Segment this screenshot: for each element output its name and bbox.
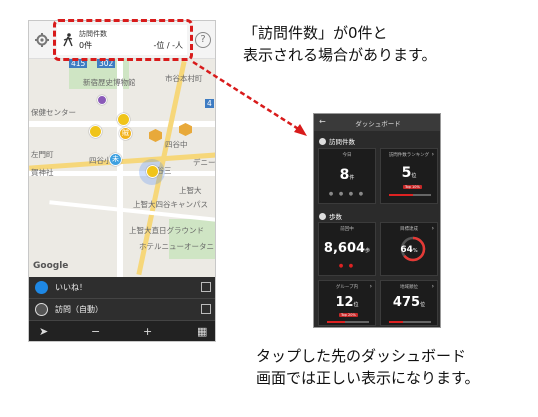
goal-number: 64 [400, 245, 413, 255]
app-screen: 訪問件数 0件 -位 / -人 ? 新宿歴史博物館 市谷本村町 保健センター 四… [28, 20, 216, 342]
chevron-right-icon: › [431, 283, 434, 290]
callout-bottom-line2: 画面では正しい表示になります。 [256, 369, 480, 387]
map-label: 上智大直日グラウンド [129, 226, 204, 235]
callout-bottom-line1: タップした先のダッシュボード [256, 347, 467, 365]
gear-icon[interactable] [35, 33, 49, 47]
ranking-unit: 位 [411, 173, 417, 179]
section-visits: 訪問件数 [319, 136, 355, 146]
progress-fill [327, 321, 345, 323]
edit-icon[interactable] [201, 304, 211, 314]
zoom-out-button[interactable]: − [91, 325, 100, 338]
page-dots: ● ● ● ● [328, 191, 366, 197]
page-dots: ● ● [338, 263, 356, 269]
group-number: 12 [335, 295, 354, 310]
map-label: 賀神社 [31, 168, 54, 177]
map-label: 上智大 [179, 186, 202, 195]
goal-label: 目標達成 [400, 227, 418, 232]
map-label: 新宿歴史博物館 [83, 78, 136, 87]
unvisited-marker-icon[interactable]: 未 [109, 153, 122, 166]
map-label: 保健センター [31, 108, 76, 117]
callout-top-line2: 表示される場合があります。 [243, 46, 437, 64]
ranking-label: 訪問件数ランキング [388, 153, 430, 158]
map-view[interactable]: 新宿歴史博物館 市谷本村町 保健センター 四谷小 四谷中 賀神社 四谷三 上智大… [29, 59, 216, 277]
list-item-like[interactable]: いいね！ [29, 277, 215, 299]
region-number: 475 [392, 295, 421, 310]
progress-fill [389, 194, 413, 196]
group-label: グループ内 [335, 285, 359, 290]
chevron-right-icon: › [431, 225, 434, 232]
rank-badge: Top 20% [339, 313, 358, 317]
chevron-right-icon: › [369, 283, 372, 290]
ranking-value: 5位 [381, 165, 437, 181]
callout-bottom: タップした先のダッシュボード 画面では正しい表示になります。 [256, 345, 480, 389]
place-marker-icon[interactable] [97, 95, 107, 105]
callout-top: 「訪問件数」が0件と 表示される場合があります。 [243, 22, 533, 66]
layers-icon[interactable]: ▦ [197, 325, 207, 338]
highlight-box [53, 19, 193, 61]
today-unit: 件 [349, 175, 355, 181]
group-value: 12位 [319, 295, 375, 310]
smile-marker-icon[interactable] [89, 125, 102, 138]
map-label: 市谷本村町 [165, 74, 203, 83]
goal-unit: % [412, 248, 418, 254]
road [117, 59, 123, 277]
progress-fill [389, 321, 403, 323]
list-item-label: 訪問（自動） [55, 305, 103, 314]
rank-badge: Top 10% [403, 185, 422, 189]
map-label: デニー [193, 158, 216, 167]
route-number: 4 [205, 99, 214, 108]
steps-section-icon [319, 213, 326, 220]
dashboard-title: ダッシュボード [355, 120, 401, 128]
visit-section-icon [319, 138, 326, 145]
map-label: ホテルニューオータニ [139, 242, 214, 251]
today-number: 8 [339, 167, 350, 183]
like-icon [35, 281, 48, 294]
section-steps: 歩数 [319, 211, 342, 221]
edit-icon[interactable] [201, 282, 211, 292]
zoom-in-button[interactable]: + [143, 325, 152, 338]
section-visits-label: 訪問件数 [329, 138, 355, 146]
help-icon[interactable]: ? [195, 32, 211, 48]
region-unit: 位 [420, 302, 426, 308]
map-toolbar: ➤ − + ▦ [29, 321, 215, 341]
list-item-visit[interactable]: 訪問（自動） [29, 299, 215, 321]
section-steps-label: 歩数 [329, 213, 342, 221]
map-label: 四谷中 [165, 140, 188, 149]
today-visits-value: 8件 [319, 167, 375, 183]
visit-marker-icon[interactable]: 賊 [119, 127, 132, 140]
group-rank-card[interactable]: グループ内 › 12位 Top 20% [318, 280, 376, 326]
goal-card[interactable]: 目標達成 › 64% [380, 222, 438, 276]
list-item-label: いいね！ [55, 283, 87, 292]
region-rank-card[interactable]: 地域順位 › 475位 [380, 280, 438, 326]
callout-top-line1: 「訪問件数」が0件と [243, 24, 388, 42]
today-label: 今日 [342, 153, 352, 158]
dashboard-header: ← ダッシュボード [314, 114, 440, 131]
visit-ranking-card[interactable]: 訪問件数ランキング › 5位 Top 10% [380, 148, 438, 204]
steps-value: 8,604歩 [319, 241, 375, 256]
group-unit: 位 [353, 302, 359, 308]
steps-number: 8,604 [323, 241, 366, 256]
steps-unit: 歩 [365, 248, 371, 254]
map-label: 左門町 [31, 150, 54, 159]
current-location-icon [146, 165, 159, 178]
map-label: 上智大四谷キャンパス [133, 200, 208, 209]
locate-icon[interactable]: ➤ [39, 325, 48, 338]
google-logo: Google [33, 261, 69, 271]
dashboard-screen: ← ダッシュボード 訪問件数 今日 8件 ● ● ● ● 訪問件数ランキング ›… [313, 113, 441, 328]
chevron-right-icon: › [431, 151, 434, 158]
region-label: 地域順位 [400, 285, 418, 290]
visit-icon [35, 303, 48, 316]
today-visits-card[interactable]: 今日 8件 ● ● ● ● [318, 148, 376, 204]
steps-card[interactable]: 前回中 8,604歩 ● ● [318, 222, 376, 276]
ranking-number: 5 [401, 165, 412, 181]
steps-label: 前回中 [340, 227, 354, 232]
goal-value: 64% [381, 245, 437, 255]
region-value: 475位 [381, 295, 437, 310]
hexagon-marker-icon[interactable] [149, 129, 162, 142]
activity-list: いいね！ 訪問（自動） 報告 [29, 277, 215, 338]
smile-marker-icon[interactable] [117, 113, 130, 126]
